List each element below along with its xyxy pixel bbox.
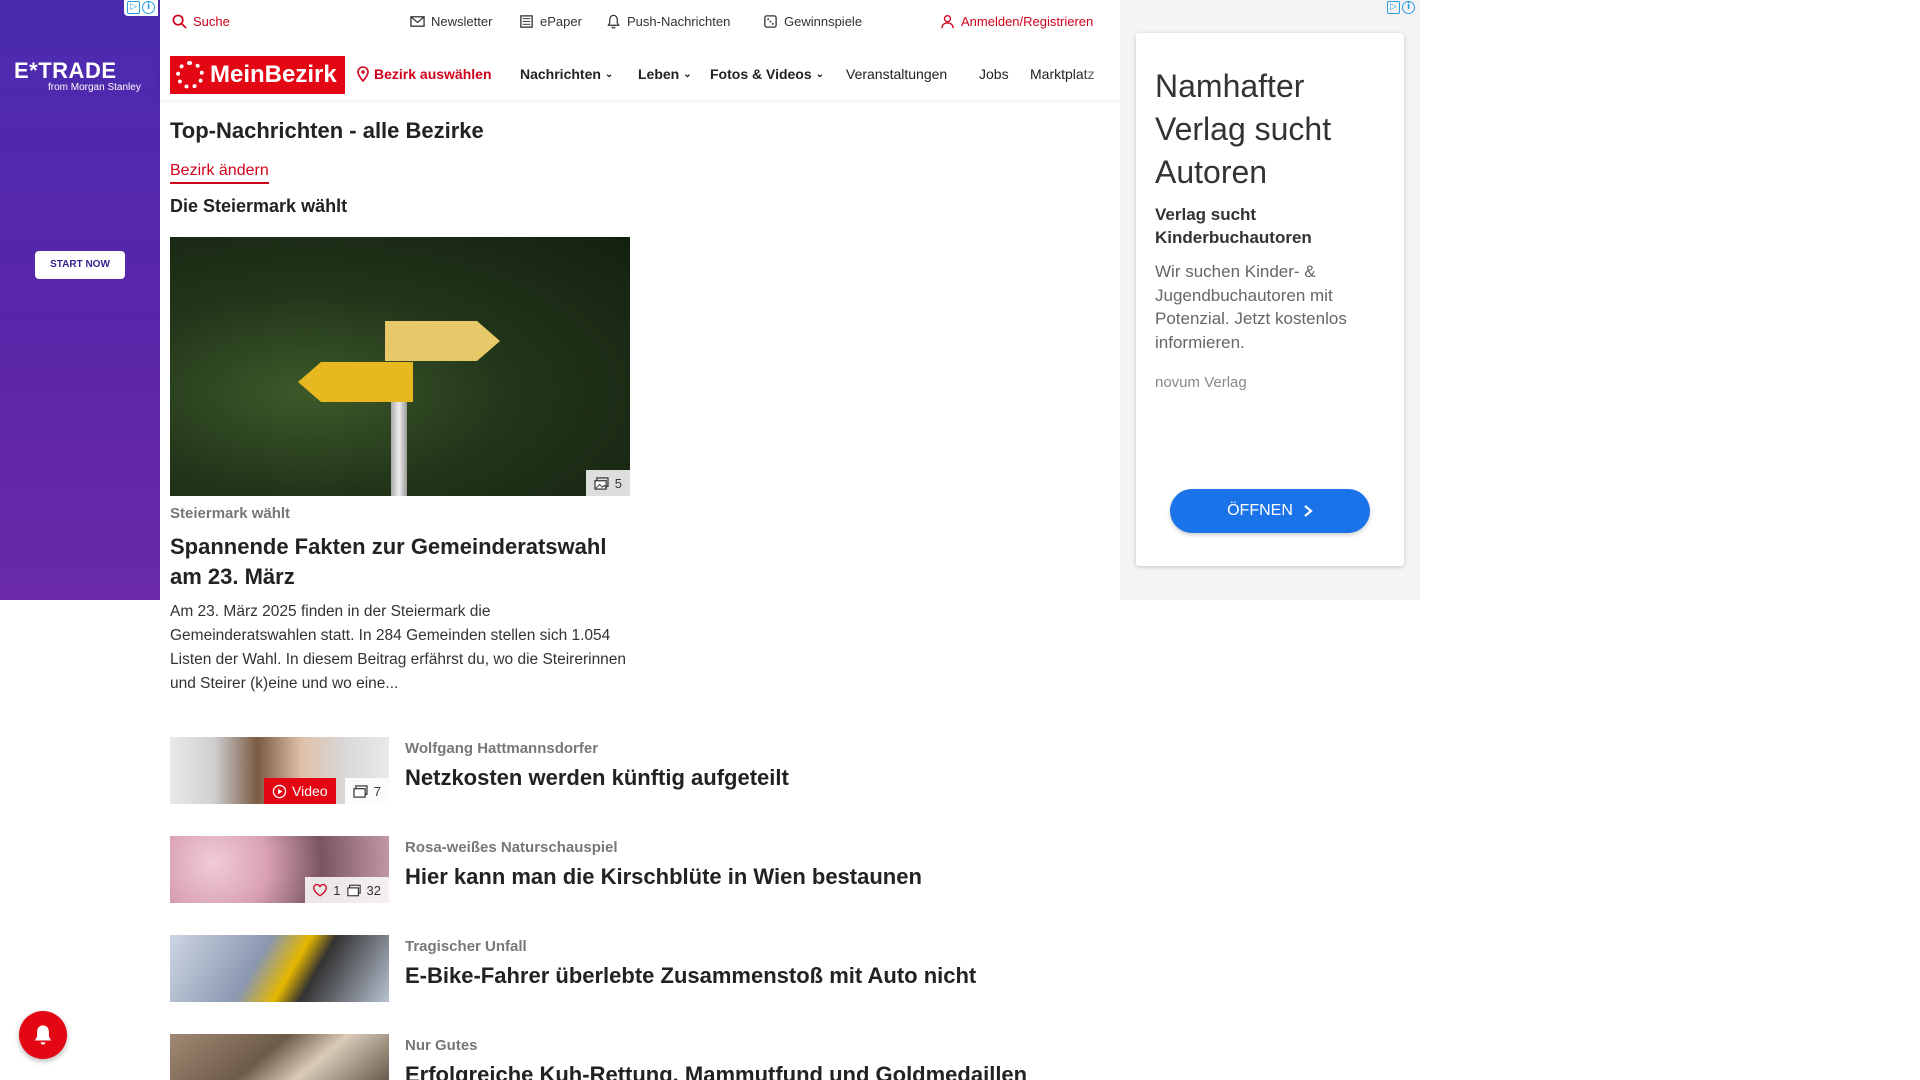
signpost-pole: [391, 397, 407, 496]
gallery-icon: [594, 476, 609, 490]
article-thumbnail[interactable]: Video 7: [170, 737, 389, 804]
main-content: Suche Newsletter ePaper Push-Nachrichten…: [160, 0, 1120, 1080]
signpost-sign-left: [298, 362, 413, 402]
logo-text: MeinBezirk: [210, 61, 337, 88]
bell-icon: [607, 14, 620, 29]
ad-card[interactable]: Namhafter Verlag sucht Autoren Verlag su…: [1136, 33, 1404, 566]
photo-count-badge: 5: [585, 470, 630, 496]
nav-item-label: Nachrichten: [520, 66, 601, 82]
ad-source: novum Verlag: [1155, 374, 1247, 391]
etrade-logo-subtitle: from Morgan Stanley: [48, 82, 141, 93]
epaper-label: ePaper: [540, 14, 582, 29]
list-item[interactable]: Video 7 Wolfgang Hattmannsdorfer Netzkos…: [170, 737, 1110, 804]
newsletter-link[interactable]: Newsletter: [410, 14, 492, 29]
article-headline[interactable]: Hier kann man die Kirschblüte in Wien be…: [405, 864, 922, 890]
article-kicker: Tragischer Unfall: [405, 938, 527, 955]
newspaper-icon: [520, 15, 533, 28]
etrade-logo: E*TRADE: [14, 58, 117, 83]
adchoices-icon[interactable]: ▷ i: [1384, 0, 1418, 16]
nav-item-jobs[interactable]: Jobs: [979, 66, 1009, 82]
sun-logo-icon: [176, 61, 204, 89]
nav-item-veranstaltungen[interactable]: Veranstaltungen: [846, 66, 947, 82]
chevron-down-icon: ⌄: [604, 68, 614, 80]
adchoices-icon[interactable]: ▷ i: [124, 0, 158, 16]
bell-icon: [34, 1025, 52, 1045]
nav-item-leben[interactable]: Leben ⌄: [638, 66, 692, 82]
play-icon: [272, 784, 287, 798]
hero-teaser: Am 23. März 2025 finden in der Steiermar…: [170, 603, 627, 692]
district-select[interactable]: Bezirk auswählen: [356, 66, 492, 82]
ad-open-button[interactable]: ÖFFNEN: [1170, 489, 1370, 533]
section-title: Die Steiermark wählt: [170, 196, 348, 216]
search-icon: [172, 14, 187, 29]
utility-bar: Suche Newsletter ePaper Push-Nachrichten…: [160, 0, 1120, 46]
nav-item-label: Fotos & Videos: [710, 66, 812, 82]
nav-item-label: Leben: [638, 66, 680, 82]
ad-open-label: ÖFFNEN: [1227, 502, 1293, 519]
chevron-down-icon: ⌄: [683, 68, 692, 80]
right-ad-banner: ▷ i Namhafter Verlag sucht Autoren Verlag…: [1120, 0, 1420, 600]
login-label: Anmelden/Registrieren: [961, 14, 1094, 29]
search-label: Suche: [193, 14, 230, 29]
push-notifications-link[interactable]: Push-Nachrichten: [606, 14, 730, 29]
location-pin-icon: [357, 66, 369, 82]
article-thumbnail[interactable]: [170, 935, 389, 1002]
article-headline[interactable]: Erfolgreiche Kuh-Rettung, Mammutfund und…: [405, 1062, 1027, 1080]
article-kicker: Rosa-weißes Naturschauspiel: [405, 839, 618, 856]
nav-item-nachrichten[interactable]: Nachrichten ⌄: [520, 66, 613, 82]
login-link[interactable]: Anmelden/Registrieren: [940, 14, 1093, 29]
video-badge: Video: [264, 778, 336, 804]
nav-item-label: Veranstaltungen: [846, 66, 948, 82]
hero-image[interactable]: 5: [170, 237, 630, 496]
photo-count: 5: [614, 475, 622, 491]
contests-label: Gewinnspiele: [784, 14, 863, 29]
notification-bell-button[interactable]: [19, 1011, 67, 1059]
page-title: Top-Nachrichten - alle Bezirke: [170, 118, 484, 143]
photo-count: 32: [366, 882, 381, 898]
contests-link[interactable]: Gewinnspiele: [763, 14, 862, 29]
photo-count: 7: [373, 783, 381, 799]
article-kicker: Wolfgang Hattmannsdorfer: [405, 740, 599, 757]
ad-title[interactable]: Namhafter Verlag sucht Autoren: [1155, 65, 1395, 194]
epaper-link[interactable]: ePaper: [519, 14, 582, 29]
chevron-down-icon: ⌄: [815, 68, 825, 80]
article-headline[interactable]: E-Bike-Fahrer überlebte Zusammenstoß mit…: [405, 963, 976, 989]
hero-headline[interactable]: Spannende Fakten zur Gemeinderatswahl am…: [170, 532, 630, 592]
article-thumbnail[interactable]: [170, 1034, 389, 1080]
like-count: 1: [333, 882, 341, 898]
gallery-icon: [346, 884, 361, 896]
video-label: Video: [292, 783, 328, 799]
dice-icon: [764, 15, 777, 28]
ad-subtitle: Verlag sucht Kinderbuchautoren: [1155, 205, 1312, 247]
nav-item-label: Jobs: [979, 66, 1009, 82]
left-ad-banner[interactable]: ▷ i E*TRADE from Morgan Stanley START NOW: [0, 0, 160, 600]
article-thumbnail[interactable]: 1 32: [170, 836, 389, 903]
list-item[interactable]: Nur Gutes Erfolgreiche Kuh-Rettung, Mamm…: [170, 1034, 1110, 1080]
meinbezirk-logo[interactable]: MeinBezirk: [170, 56, 345, 94]
photo-count-badge: 7: [344, 778, 389, 804]
main-navigation: MeinBezirk Bezirk auswählen Nachrichten ⌄…: [160, 52, 1120, 100]
push-notifications-label: Push-Nachrichten: [627, 14, 731, 29]
list-item[interactable]: 1 32 Rosa-weißes Naturschauspiel Hier ka…: [170, 836, 1110, 903]
mail-icon: [410, 16, 425, 27]
article-kicker: Nur Gutes: [405, 1037, 478, 1054]
hero-kicker: Steiermark wählt: [170, 505, 291, 522]
user-icon: [941, 15, 954, 29]
search-link[interactable]: Suche: [172, 14, 230, 29]
heart-icon: [313, 883, 328, 897]
ad-description: Wir suchen Kinder- & Jugendbuchautoren m…: [1155, 262, 1347, 352]
start-now-button[interactable]: START NOW: [35, 251, 125, 279]
nav-fade-overlay: [1080, 52, 1120, 100]
article-headline[interactable]: Netzkosten werden künftig aufgeteilt: [405, 765, 789, 791]
chevron-right-icon: [1304, 505, 1313, 517]
change-district-link[interactable]: Bezirk ändern: [170, 162, 269, 184]
newsletter-label: Newsletter: [431, 14, 493, 29]
nav-item-fotos-videos[interactable]: Fotos & Videos ⌄: [710, 66, 824, 82]
likes-photo-badge: 1 32: [305, 877, 389, 903]
district-select-label: Bezirk auswählen: [374, 66, 492, 82]
gallery-icon: [353, 784, 368, 798]
signpost-sign-right: [385, 321, 500, 361]
list-item[interactable]: Tragischer Unfall E-Bike-Fahrer überlebt…: [170, 935, 1110, 1002]
